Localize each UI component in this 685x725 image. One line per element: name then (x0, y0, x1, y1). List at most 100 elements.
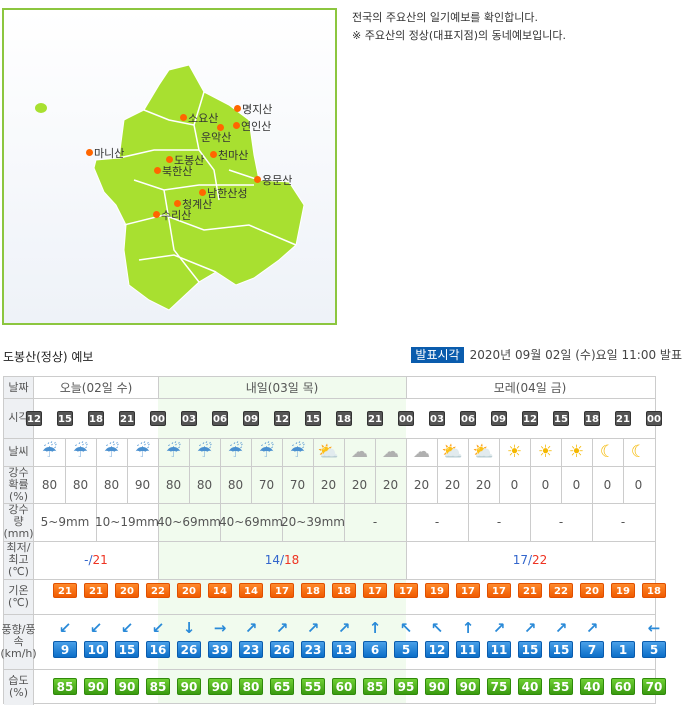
sun-icon: ☀ (506, 442, 523, 462)
issue-time: 발표시각 2020년 09월 02일 (수)요일 11:00 발표 (411, 346, 682, 363)
peak-label: 운악산 (201, 131, 232, 144)
min-temp: 17 (512, 553, 528, 567)
wind-arrow-s-icon: ↓ (182, 619, 196, 637)
wind-arrow-sw-icon: ↙ (120, 619, 134, 637)
peak-label: 용문산 (262, 174, 293, 187)
time-badge: 15 (553, 411, 569, 426)
precip-amount: - (372, 515, 378, 529)
wind-arrow-ne-icon: ↗ (523, 619, 537, 637)
precip-prob: 20 (413, 477, 430, 492)
rain-icon: ☔ (103, 442, 120, 462)
precip-amount: 10~19mm (95, 515, 159, 529)
temp-badge: 20 (580, 583, 604, 598)
map-peak-8[interactable]: 용문산 (254, 175, 292, 187)
precip-amount: 40~69mm (219, 515, 283, 529)
humidity-badge: 90 (425, 678, 449, 695)
humidity-badge: 65 (270, 678, 294, 695)
wind-arrow-n-icon: ↑ (368, 619, 382, 637)
wind-arrow-w-icon: ← (647, 619, 661, 637)
precip-prob: 80 (41, 477, 58, 492)
row-label-date: 날짜 (4, 377, 34, 398)
row-label-prob: 강수확률(%) (4, 466, 34, 503)
sun-icon: ☀ (537, 442, 554, 462)
sun-cloud-icon: ⛅ (317, 442, 340, 462)
wind-arrow-ne-icon: ↗ (306, 619, 320, 637)
time-badge: 21 (119, 411, 135, 426)
rain-icon: ☔ (72, 442, 89, 462)
precip-prob: 90 (134, 477, 151, 492)
wind-arrow-sw-icon: ↙ (151, 619, 165, 637)
time-badge: 06 (212, 411, 228, 426)
time-badge: 15 (57, 411, 73, 426)
map-peak-4[interactable]: 마니산 (86, 148, 124, 160)
max-temp: 21 (92, 553, 108, 567)
precip-amount: 20~39mm (281, 515, 345, 529)
precip-amount: 5~9mm (40, 515, 90, 529)
wind-speed-badge: 23 (301, 641, 325, 658)
wind-speed-badge: 7 (580, 641, 604, 658)
wind-speed-badge: 6 (363, 641, 387, 658)
rain-icon: ☔ (227, 442, 244, 462)
temp-badge: 18 (301, 583, 325, 598)
time-badge: 21 (367, 411, 383, 426)
wind-speed-badge: 10 (84, 641, 108, 658)
wind-speed-badge: 26 (177, 641, 201, 658)
wind-arrow-nw-icon: ↖ (430, 619, 444, 637)
precip-prob: 70 (258, 477, 275, 492)
mountain-map: 명지산 소요산 연인산 운악산 마니산 천마산 도봉산 북한산 용문산 남한산성 청계산 수리산 (2, 8, 337, 325)
wind-speed-badge: 5 (394, 641, 418, 658)
peak-label: 소요산 (188, 112, 219, 125)
humidity-badge: 85 (53, 678, 77, 695)
precip-prob: 20 (475, 477, 492, 492)
map-peak-2[interactable]: 연인산 (233, 121, 271, 133)
precip-amount: - (558, 515, 564, 529)
wind-arrow-nw-icon: ↖ (399, 619, 413, 637)
wind-arrow-ne-icon: ↗ (244, 619, 258, 637)
marker-icon (254, 176, 261, 183)
peak-label: 마니산 (94, 147, 125, 160)
map-peak-0[interactable]: 명지산 (234, 104, 272, 116)
wind-arrow-sw-icon: ↙ (89, 619, 103, 637)
precip-prob: 0 (510, 477, 519, 492)
wind-arrow-n-icon: ↑ (461, 619, 475, 637)
precip-prob: 80 (227, 477, 244, 492)
wind-speed-badge: 1 (611, 641, 635, 658)
map-peak-3[interactable]: 운악산 (201, 124, 232, 144)
day-header: 모레(04일 금) (493, 381, 567, 395)
precip-prob: 20 (382, 477, 399, 492)
sun-cloud-icon: ⛅ (472, 442, 495, 462)
moon-cloud-icon: ☁ (382, 442, 399, 462)
wind-arrow-ne-icon: ↗ (275, 619, 289, 637)
rain-icon: ☔ (134, 442, 151, 462)
map-peak-1[interactable]: 소요산 (180, 113, 218, 125)
rain-icon: ☔ (41, 442, 58, 462)
sun-icon: ☀ (568, 442, 585, 462)
map-peak-11[interactable]: 수리산 (153, 210, 191, 222)
max-temp: 22 (532, 553, 548, 567)
temp-badge: 22 (146, 583, 170, 598)
temp-badge: 17 (394, 583, 418, 598)
wind-speed-badge: 13 (332, 641, 356, 658)
marker-icon (166, 156, 173, 163)
time-badge: 00 (398, 411, 414, 426)
humidity-badge: 70 (642, 678, 666, 695)
map-peak-5[interactable]: 천마산 (210, 150, 248, 162)
precip-amount: 40~69mm (157, 515, 221, 529)
wind-speed-badge: 11 (456, 641, 480, 658)
row-label-humidity: 습도(%) (4, 669, 34, 705)
wind-speed-badge: 15 (549, 641, 573, 658)
map-peak-7[interactable]: 북한산 (154, 166, 192, 178)
humidity-badge: 40 (518, 678, 542, 695)
humidity-badge: 55 (301, 678, 325, 695)
marker-icon (180, 114, 187, 121)
day-header: 내일(03일 목) (245, 381, 319, 395)
row-divider (4, 438, 655, 439)
peak-label: 연인산 (241, 120, 272, 133)
temp-badge: 20 (115, 583, 139, 598)
marker-icon (210, 151, 217, 158)
wind-speed-badge: 9 (53, 641, 77, 658)
wind-arrow-ne-icon: ↗ (337, 619, 351, 637)
wind-arrow-ne-icon: ↗ (585, 619, 599, 637)
moon-cloud-icon: ☁ (413, 442, 430, 462)
min-temp: 14 (264, 553, 280, 567)
